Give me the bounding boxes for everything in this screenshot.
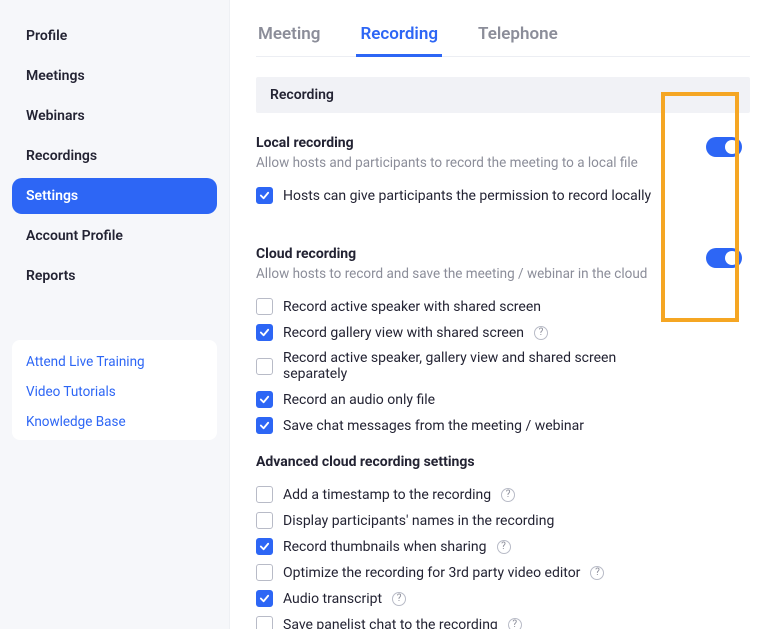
tab-telephone[interactable]: Telephone [476, 18, 560, 56]
adv-record-thumbnails-when-sharing-label: Record thumbnails when sharing [283, 539, 487, 555]
cloud-recording-block: Cloud recording Allow hosts to record an… [256, 246, 750, 629]
adv-optimize-the-recording-for-3rd-party-vid-checkbox[interactable] [256, 564, 273, 581]
tab-meeting[interactable]: Meeting [256, 18, 322, 56]
adv-optimize-the-recording-for-3rd-party-vid-row: Optimize the recording for 3rd party vid… [256, 564, 680, 581]
sidebar-item-recordings[interactable]: Recordings [12, 138, 217, 174]
advanced-options: Add a timestamp to the recording? Display… [256, 486, 680, 629]
cloud-record-gallery-view-with-shared-screen-label: Record gallery view with shared screen [283, 325, 524, 341]
sidebar-item-profile[interactable]: Profile [12, 18, 217, 54]
cloud-recording-toggle[interactable] [706, 248, 742, 268]
cloud-record-an-audio-only-file-checkbox[interactable] [256, 391, 273, 408]
cloud-options: Record active speaker with shared screen… [256, 298, 680, 434]
sidebar-item-account-profile[interactable]: Account Profile [12, 218, 217, 254]
adv-save-panelist-chat-to-the-recording-checkbox[interactable] [256, 616, 273, 629]
local-recording-toggle[interactable] [706, 137, 742, 157]
sidebar-item-meetings[interactable]: Meetings [12, 58, 217, 94]
adv-optimize-the-recording-for-3rd-party-vid-label: Optimize the recording for 3rd party vid… [283, 565, 580, 581]
adv-add-a-timestamp-to-the-recording-row: Add a timestamp to the recording? [256, 486, 680, 503]
advanced-heading: Advanced cloud recording settings [256, 454, 680, 470]
local-recording-block: Local recording Allow hosts and particip… [256, 135, 750, 204]
cloud-save-chat-messages-from-the-meeting-webi-row: Save chat messages from the meeting / we… [256, 417, 680, 434]
cloud-record-active-speaker-gallery-view-and-s-label: Record active speaker, gallery view and … [283, 350, 680, 382]
help-link-video-tutorials[interactable]: Video Tutorials [26, 384, 203, 400]
adv-audio-transcript-label: Audio transcript [283, 591, 382, 607]
cloud-recording-desc: Allow hosts to record and save the meeti… [256, 266, 680, 282]
adv-save-panelist-chat-to-the-recording-label: Save panelist chat to the recording [283, 617, 498, 629]
section-header: Recording [256, 77, 750, 113]
local-hosts-can-give-participants-the-permissi-label: Hosts can give participants the permissi… [283, 188, 651, 204]
help-icon[interactable]: ? [501, 488, 515, 502]
help-link-attend-live-training[interactable]: Attend Live Training [26, 354, 203, 370]
local-hosts-can-give-participants-the-permissi-checkbox[interactable] [256, 187, 273, 204]
help-icon[interactable]: ? [534, 326, 548, 340]
cloud-record-active-speaker-with-shared-screen-checkbox[interactable] [256, 298, 273, 315]
sidebar-nav: Profile Meetings Webinars Recordings Setting… [12, 18, 217, 294]
tab-recording[interactable]: Recording [358, 18, 440, 56]
local-hosts-can-give-participants-the-permissi-row: Hosts can give participants the permissi… [256, 187, 680, 204]
sidebar-help-box: Attend Live Training Video Tutorials Knowl… [12, 340, 217, 440]
tabs: Meeting Recording Telephone [256, 18, 750, 57]
help-link-knowledge-base[interactable]: Knowledge Base [26, 414, 203, 430]
local-options: Hosts can give participants the permissi… [256, 187, 680, 204]
cloud-record-active-speaker-with-shared-screen-label: Record active speaker with shared screen [283, 299, 541, 315]
cloud-save-chat-messages-from-the-meeting-webi-label: Save chat messages from the meeting / we… [283, 418, 584, 434]
adv-display-participants-names-in-the-record-label: Display participants' names in the recor… [283, 513, 554, 529]
adv-record-thumbnails-when-sharing-checkbox[interactable] [256, 538, 273, 555]
cloud-recording-title: Cloud recording [256, 246, 680, 262]
adv-add-a-timestamp-to-the-recording-checkbox[interactable] [256, 486, 273, 503]
adv-save-panelist-chat-to-the-recording-row: Save panelist chat to the recording? [256, 616, 680, 629]
adv-display-participants-names-in-the-record-checkbox[interactable] [256, 512, 273, 529]
cloud-record-active-speaker-with-shared-screen-row: Record active speaker with shared screen [256, 298, 680, 315]
adv-audio-transcript-row: Audio transcript? [256, 590, 680, 607]
help-icon[interactable]: ? [590, 566, 604, 580]
adv-record-thumbnails-when-sharing-row: Record thumbnails when sharing? [256, 538, 680, 555]
cloud-save-chat-messages-from-the-meeting-webi-checkbox[interactable] [256, 417, 273, 434]
cloud-record-an-audio-only-file-row: Record an audio only file [256, 391, 680, 408]
adv-audio-transcript-checkbox[interactable] [256, 590, 273, 607]
local-recording-desc: Allow hosts and participants to record t… [256, 155, 680, 171]
sidebar-item-settings[interactable]: Settings [12, 178, 217, 214]
cloud-record-active-speaker-gallery-view-and-s-row: Record active speaker, gallery view and … [256, 350, 680, 382]
main-panel: Meeting Recording Telephone Recording Loca… [230, 0, 768, 629]
cloud-record-an-audio-only-file-label: Record an audio only file [283, 392, 435, 408]
cloud-record-active-speaker-gallery-view-and-s-checkbox[interactable] [256, 358, 273, 375]
sidebar-item-reports[interactable]: Reports [12, 258, 217, 294]
help-icon[interactable]: ? [392, 592, 406, 606]
cloud-record-gallery-view-with-shared-screen-checkbox[interactable] [256, 324, 273, 341]
sidebar-item-webinars[interactable]: Webinars [12, 98, 217, 134]
sidebar: Profile Meetings Webinars Recordings Setting… [0, 0, 230, 629]
cloud-record-gallery-view-with-shared-screen-row: Record gallery view with shared screen? [256, 324, 680, 341]
help-icon[interactable]: ? [508, 618, 522, 629]
help-icon[interactable]: ? [497, 540, 511, 554]
adv-add-a-timestamp-to-the-recording-label: Add a timestamp to the recording [283, 487, 491, 503]
adv-display-participants-names-in-the-record-row: Display participants' names in the recor… [256, 512, 680, 529]
local-recording-title: Local recording [256, 135, 680, 151]
